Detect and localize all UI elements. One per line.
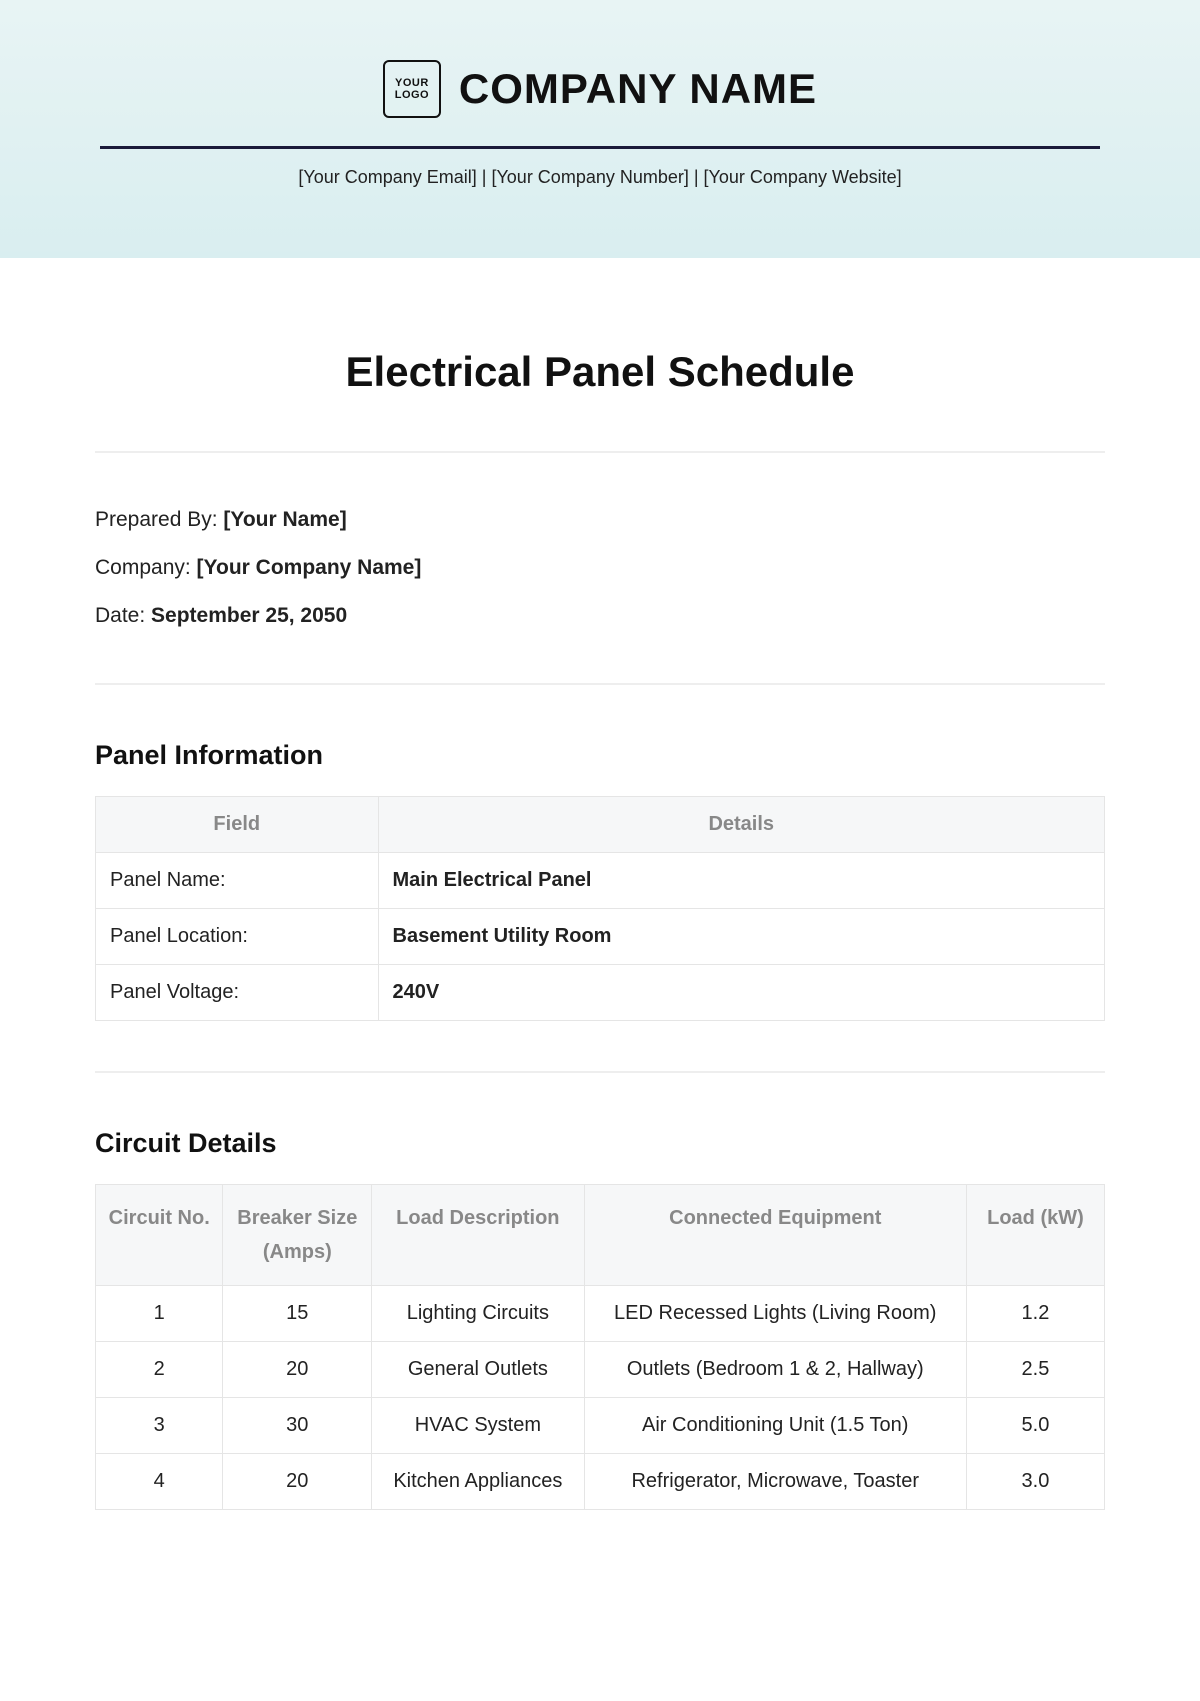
table-row: Panel Name: Main Electrical Panel bbox=[96, 853, 1105, 909]
cell-equip: Air Conditioning Unit (1.5 Ton) bbox=[584, 1398, 966, 1454]
col-breaker-size: Breaker Size (Amps) bbox=[223, 1185, 372, 1286]
company-label: Company: bbox=[95, 556, 197, 579]
cell-desc: HVAC System bbox=[372, 1398, 584, 1454]
cell-no: 1 bbox=[96, 1286, 223, 1342]
company-name: COMPANY NAME bbox=[459, 65, 817, 113]
cell-breaker: 20 bbox=[223, 1454, 372, 1510]
date-label: Date: bbox=[95, 604, 151, 627]
cell-field: Panel Location: bbox=[96, 909, 379, 965]
contact-line: [Your Company Email] | [Your Company Num… bbox=[100, 167, 1100, 188]
table-row: 4 20 Kitchen Appliances Refrigerator, Mi… bbox=[96, 1454, 1105, 1510]
cell-equip: Outlets (Bedroom 1 & 2, Hallway) bbox=[584, 1342, 966, 1398]
cell-breaker: 15 bbox=[223, 1286, 372, 1342]
panel-info-heading: Panel Information bbox=[95, 740, 1105, 771]
company-line: Company: [Your Company Name] bbox=[95, 556, 1105, 580]
cell-field: Panel Voltage: bbox=[96, 965, 379, 1021]
cell-detail: 240V bbox=[378, 965, 1104, 1021]
separator bbox=[95, 683, 1105, 685]
panel-info-table: Field Details Panel Name: Main Electrica… bbox=[95, 796, 1105, 1021]
table-header-row: Field Details bbox=[96, 797, 1105, 853]
cell-load: 3.0 bbox=[966, 1454, 1104, 1510]
prepared-by-value: [Your Name] bbox=[223, 508, 346, 531]
cell-desc: Kitchen Appliances bbox=[372, 1454, 584, 1510]
cell-equip: Refrigerator, Microwave, Toaster bbox=[584, 1454, 966, 1510]
cell-field: Panel Name: bbox=[96, 853, 379, 909]
col-details: Details bbox=[378, 797, 1104, 853]
table-row: 3 30 HVAC System Air Conditioning Unit (… bbox=[96, 1398, 1105, 1454]
col-load-description: Load Description bbox=[372, 1185, 584, 1286]
prepared-by-line: Prepared By: [Your Name] bbox=[95, 508, 1105, 532]
cell-breaker: 20 bbox=[223, 1342, 372, 1398]
cell-detail: Basement Utility Room bbox=[378, 909, 1104, 965]
header-band: YOUR LOGO COMPANY NAME [Your Company Ema… bbox=[0, 0, 1200, 258]
circuit-details-table: Circuit No. Breaker Size (Amps) Load Des… bbox=[95, 1184, 1105, 1510]
separator bbox=[95, 451, 1105, 453]
separator bbox=[95, 1071, 1105, 1073]
table-row: 2 20 General Outlets Outlets (Bedroom 1 … bbox=[96, 1342, 1105, 1398]
cell-no: 3 bbox=[96, 1398, 223, 1454]
col-field: Field bbox=[96, 797, 379, 853]
date-value: September 25, 2050 bbox=[151, 604, 347, 627]
cell-equip: LED Recessed Lights (Living Room) bbox=[584, 1286, 966, 1342]
date-line: Date: September 25, 2050 bbox=[95, 604, 1105, 628]
cell-no: 2 bbox=[96, 1342, 223, 1398]
cell-load: 1.2 bbox=[966, 1286, 1104, 1342]
meta-block: Prepared By: [Your Name] Company: [Your … bbox=[95, 508, 1105, 628]
col-load-kw: Load (kW) bbox=[966, 1185, 1104, 1286]
brand-row: YOUR LOGO COMPANY NAME bbox=[100, 60, 1100, 118]
cell-load: 5.0 bbox=[966, 1398, 1104, 1454]
cell-detail: Main Electrical Panel bbox=[378, 853, 1104, 909]
col-circuit-no: Circuit No. bbox=[96, 1185, 223, 1286]
document-title: Electrical Panel Schedule bbox=[95, 348, 1105, 396]
cell-load: 2.5 bbox=[966, 1342, 1104, 1398]
cell-desc: General Outlets bbox=[372, 1342, 584, 1398]
cell-breaker: 30 bbox=[223, 1398, 372, 1454]
cell-no: 4 bbox=[96, 1454, 223, 1510]
header-rule bbox=[100, 146, 1100, 149]
company-value: [Your Company Name] bbox=[197, 556, 422, 579]
document-content: Electrical Panel Schedule Prepared By: [… bbox=[0, 258, 1200, 1510]
prepared-by-label: Prepared By: bbox=[95, 508, 223, 531]
cell-desc: Lighting Circuits bbox=[372, 1286, 584, 1342]
table-row: Panel Location: Basement Utility Room bbox=[96, 909, 1105, 965]
circuit-details-heading: Circuit Details bbox=[95, 1128, 1105, 1159]
col-connected-equipment: Connected Equipment bbox=[584, 1185, 966, 1286]
table-header-row: Circuit No. Breaker Size (Amps) Load Des… bbox=[96, 1185, 1105, 1286]
logo-placeholder: YOUR LOGO bbox=[383, 60, 441, 118]
table-row: 1 15 Lighting Circuits LED Recessed Ligh… bbox=[96, 1286, 1105, 1342]
table-row: Panel Voltage: 240V bbox=[96, 965, 1105, 1021]
